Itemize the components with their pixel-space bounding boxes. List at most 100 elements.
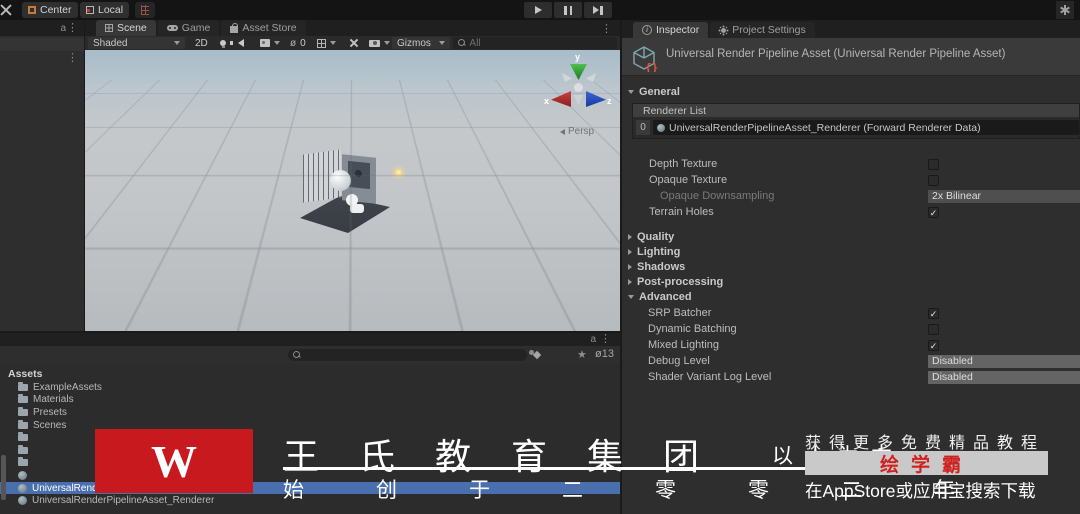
local-global-button[interactable]: Local [80,2,130,18]
list-item[interactable]: Materials [0,394,620,407]
editor-tools-button[interactable] [344,37,364,49]
pivot-center-button[interactable]: Center [22,2,78,18]
renderer-list-item[interactable]: 0 UniversalRenderPipelineAsset_Renderer … [633,117,1079,138]
pause-button[interactable] [554,2,582,18]
hierarchy-toolbar[interactable] [0,38,84,51]
scrollbar[interactable] [1,455,6,500]
effects-dropdown[interactable] [255,37,285,49]
hierarchy-panel: a ⋮ ⋮ [0,20,84,331]
tab-scene[interactable]: Scene [96,20,156,36]
sphere-gizmo [330,170,351,191]
favorites-star-icon[interactable]: ★ [577,348,587,361]
project-toolbar: ★ ø13 [0,346,620,364]
local-global-label: Local [98,4,124,16]
tab-scene-label: Scene [117,22,147,34]
renderer-list: Renderer List 0 UniversalRenderPipelineA… [632,103,1080,139]
project-search-input[interactable] [304,349,522,361]
list-item[interactable]: ExampleAssets [0,381,620,394]
project-tab-bar: a ⋮ [0,333,620,346]
scene-search-input[interactable] [469,37,612,49]
property-row: Mixed Lighting ✓ [648,339,939,351]
x-axis-cone[interactable] [551,91,571,107]
tab-inspector-label: Inspector [656,24,700,36]
gizmo-hub[interactable] [574,83,583,92]
local-axis-icon [86,6,94,14]
property-row: Debug Level Disabled [622,353,1080,369]
dynamic-batching-checkbox[interactable] [928,323,939,335]
services-icon[interactable] [1056,1,1074,19]
scene-tab-icon [105,24,113,32]
kebab-menu-icon[interactable]: ⋮ [600,334,611,345]
search-icon [293,351,301,359]
depth-texture-checkbox[interactable] [928,158,939,170]
foldout-general[interactable]: General [622,84,1080,100]
chevron-down-icon [330,41,336,45]
tab-inspector[interactable]: i Inspector [633,22,709,38]
mixed-lighting-checkbox[interactable]: ✓ [928,339,939,351]
grid-visibility-dropdown[interactable] [312,37,341,49]
hidden-objects-button[interactable]: ø 0 [285,37,311,49]
foldout-advanced[interactable]: Advanced [622,289,1080,305]
tab-project-settings[interactable]: Project Settings [710,22,815,38]
pivot-center-label: Center [40,4,72,16]
scene-search-field[interactable] [453,37,617,49]
orientation-gizmo[interactable]: y x z [544,52,613,135]
axis-y-label: y [575,52,581,62]
foldout-arrow-icon [628,249,632,255]
hidden-count-button[interactable]: ø13 [595,348,614,360]
step-icon [593,6,600,14]
hierarchy-tab-bar: a ⋮ [0,20,84,36]
kebab-menu-icon[interactable]: ⋮ [67,23,78,34]
light-gizmo[interactable] [394,168,403,177]
transform-tool-icon[interactable] [0,3,15,17]
scene-objects[interactable] [290,140,410,240]
terrain-holes-checkbox[interactable]: ✓ [928,206,939,218]
tab-game[interactable]: Game [157,20,220,36]
foldout-shadows[interactable]: Shadows [622,259,1080,275]
lock-icon[interactable]: a [60,23,66,34]
debug-level-dropdown[interactable]: Disabled [928,354,1080,368]
unity-editor-window: Center Local a ⋮ ⋮ Scene Game Asset Stor… [0,0,1080,514]
grid-snap-icon [141,5,149,15]
opaque-texture-checkbox[interactable] [928,174,939,186]
play-button[interactable] [524,2,552,18]
srp-batcher-checkbox[interactable]: ✓ [928,307,939,319]
foldout-quality[interactable]: Quality [622,229,1080,245]
project-hidden-count: 13 [601,348,614,360]
step-button[interactable] [584,2,612,18]
kebab-menu-icon[interactable]: ⋮ [601,24,612,35]
perspective-toggle[interactable]: Persp [560,126,594,137]
lock-icon[interactable]: a [590,334,596,345]
shading-mode-dropdown[interactable]: Shaded [88,37,185,49]
tab-asset-store[interactable]: Asset Store [221,20,306,36]
tab-asset-store-label: Asset Store [242,22,297,34]
play-controls [524,2,612,18]
gizmos-label: Gizmos [397,37,431,49]
scene-view-toolbar: Shaded 2D ø 0 Gizmos All [85,36,620,50]
ground-grid [85,50,620,80]
inspector-header: {} Universal Render Pipeline Asset (Univ… [622,38,1080,76]
triangle-left-icon [560,128,565,135]
kebab-menu-icon[interactable]: ⋮ [67,53,78,64]
y-axis-cone[interactable] [570,64,587,80]
audio-toggle[interactable] [230,37,249,49]
list-item[interactable]: Presets [0,406,620,419]
lighting-toggle[interactable] [215,37,231,49]
watermark-promo-line2: 在AppStore或应用宝搜索下载 [805,481,1036,501]
z-axis-cone[interactable] [586,91,606,107]
2d-toggle[interactable]: 2D [190,37,213,49]
opaque-downsampling-dropdown[interactable]: 2x Bilinear [928,189,1080,203]
foldout-lighting[interactable]: Lighting [622,244,1080,260]
foldout-post-processing[interactable]: Post-processing [622,274,1080,290]
grid-snap-button[interactable] [135,2,155,18]
assets-root-row[interactable]: Assets [0,366,620,381]
tab-project-settings-label: Project Settings [732,24,806,36]
shader-variant-log-level-dropdown[interactable]: Disabled [928,370,1080,384]
project-search-field[interactable] [288,349,527,361]
tab-game-label: Game [181,22,211,34]
renderer-object-field[interactable]: UniversalRenderPipelineAsset_Renderer (F… [653,120,1079,135]
gizmos-dropdown[interactable]: Gizmos [392,37,450,49]
scene-viewport[interactable]: y x z Persp [85,50,620,331]
folder-icon [18,394,28,404]
camera-settings-dropdown[interactable] [364,37,395,49]
